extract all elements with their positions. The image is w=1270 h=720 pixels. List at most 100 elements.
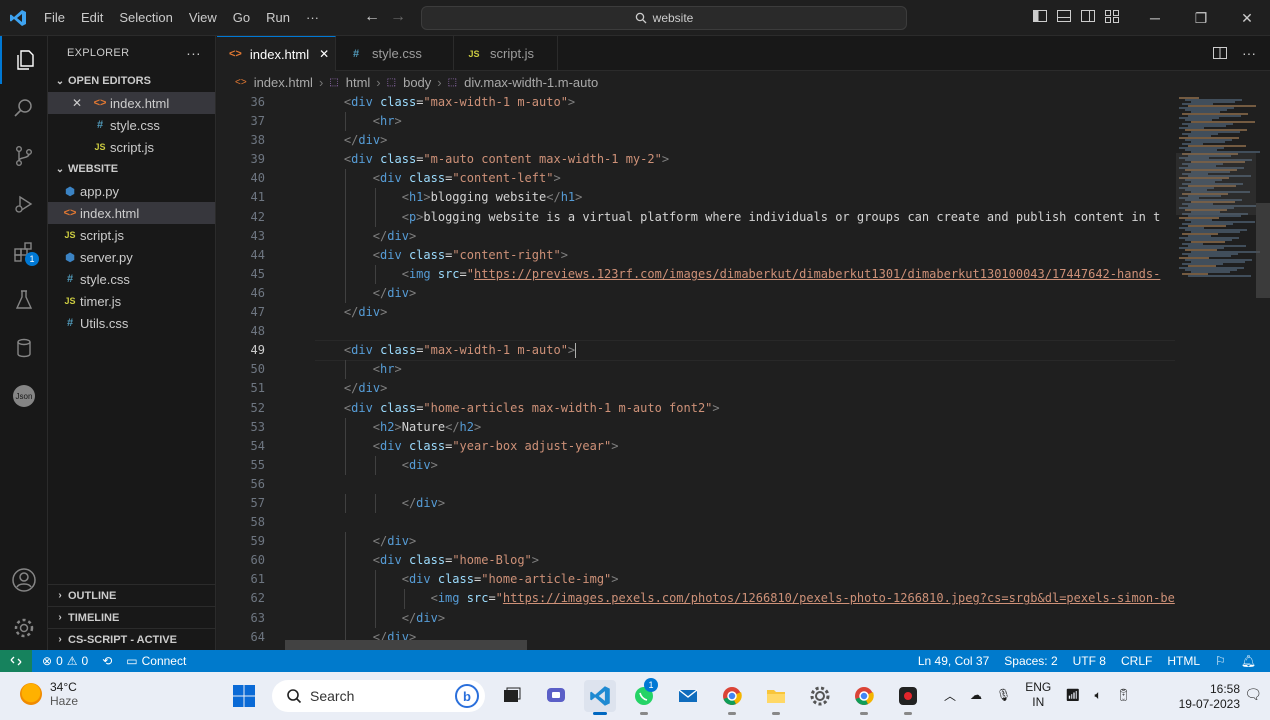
breadcrumb-item[interactable]: html xyxy=(346,75,371,90)
folder-section[interactable]: ⌄ WEBSITE xyxy=(48,158,215,180)
chrome-icon[interactable] xyxy=(716,680,748,715)
menu-item-view[interactable]: View xyxy=(181,10,225,25)
code-line[interactable]: <div class="content-left"> xyxy=(315,169,1175,189)
windows-start-icon[interactable] xyxy=(232,684,256,708)
battery-icon[interactable]: 🔋︎ xyxy=(1116,688,1131,702)
explorer-icon[interactable] xyxy=(0,36,48,84)
vertical-scrollbar[interactable] xyxy=(1256,203,1270,298)
code-line[interactable]: <img src="https://images.pexels.com/phot… xyxy=(315,589,1175,609)
file-tree-item[interactable]: JS script.js xyxy=(48,224,215,246)
minimize-icon[interactable]: ─ xyxy=(1132,0,1178,36)
code-lines[interactable]: <div class="max-width-1 m-auto"> <hr> </… xyxy=(315,93,1175,650)
code-line[interactable]: <div class="max-width-1 m-auto"> xyxy=(315,93,1175,112)
code-line[interactable]: <div class="max-width-1 m-auto"> xyxy=(315,340,1175,362)
indentation[interactable]: Spaces: 2 xyxy=(1004,654,1057,668)
whatsapp-icon[interactable]: 1 xyxy=(628,678,660,715)
code-line[interactable]: <h2>Nature</h2> xyxy=(315,417,1175,437)
menu-item-go[interactable]: Go xyxy=(225,10,258,25)
restore-icon[interactable]: ❐ xyxy=(1178,0,1224,36)
screen-recorder-icon[interactable] xyxy=(892,680,924,715)
breadcrumb-item[interactable]: body xyxy=(403,75,431,90)
search-icon[interactable] xyxy=(0,84,48,132)
code-line[interactable]: <hr> xyxy=(315,360,1175,380)
minimap[interactable] xyxy=(1176,93,1260,650)
open-editor-item[interactable]: JS script.js xyxy=(48,136,215,158)
code-line[interactable]: <div class="year-box adjust-year"> xyxy=(315,436,1175,456)
menu-item-selection[interactable]: Selection xyxy=(111,10,180,25)
vscode-taskbar-icon[interactable] xyxy=(584,680,616,715)
microphone-icon[interactable]: 🎙︎ xyxy=(996,688,1011,702)
code-line[interactable]: <div class="m-auto content max-width-1 m… xyxy=(315,150,1175,169)
notification-center-icon[interactable]: 🗨︎ xyxy=(1244,686,1262,703)
file-tree-item[interactable]: <> index.html xyxy=(48,202,215,224)
json-icon[interactable]: Json xyxy=(0,372,48,420)
run-debug-icon[interactable] xyxy=(0,180,48,228)
code-line[interactable]: <h1>blogging website</h1> xyxy=(315,188,1175,208)
code-line[interactable]: <div class="content-right"> xyxy=(315,245,1175,265)
code-line[interactable]: </div> xyxy=(315,379,1175,398)
breadcrumb-item[interactable]: div.max-width-1.m-auto xyxy=(464,75,598,90)
open-editor-item[interactable]: ✕ <> index.html xyxy=(48,92,215,114)
task-view-icon[interactable] xyxy=(496,680,528,712)
more-actions-icon[interactable]: ··· xyxy=(1242,45,1256,64)
more-actions-icon[interactable]: ··· xyxy=(186,45,201,61)
chrome-profile-icon[interactable] xyxy=(848,680,880,715)
code-line[interactable]: <div class="home-article-img"> xyxy=(315,570,1175,590)
close-window-icon[interactable]: ✕ xyxy=(1224,0,1270,36)
code-line[interactable]: <div> xyxy=(315,455,1175,475)
minimap-viewport[interactable] xyxy=(1176,153,1256,215)
code-line[interactable]: </div> xyxy=(315,532,1175,552)
menu-item-file[interactable]: File xyxy=(36,10,73,25)
extensions-icon[interactable]: 1 xyxy=(0,228,48,276)
source-control-icon[interactable] xyxy=(0,132,48,180)
horizontal-scrollbar[interactable] xyxy=(285,640,527,650)
settings-icon[interactable] xyxy=(804,680,836,712)
feedback-icon[interactable]: ⚐ xyxy=(1215,654,1226,668)
customize-layout-icon[interactable] xyxy=(1104,8,1120,24)
command-center-search[interactable]: website xyxy=(421,6,907,30)
file-tree-item[interactable]: # Utils.css xyxy=(48,312,215,334)
weather-widget[interactable]: 34°C Haze xyxy=(20,680,78,708)
close-icon[interactable]: ✕ xyxy=(72,96,88,110)
menu-item-run[interactable]: Run xyxy=(258,10,298,25)
code-line[interactable]: <hr> xyxy=(315,112,1175,132)
code-line[interactable]: </div> xyxy=(315,226,1175,246)
tab-script-js[interactable]: JS script.js xyxy=(454,36,558,71)
live-share-icon[interactable]: ⟲ xyxy=(102,654,112,668)
code-editor[interactable]: 36 37 38 39 40 41 42 43 44 45 46 47 48 49 50 51 52 53 54 55… xyxy=(217,93,1270,650)
notifications-bell-icon[interactable]: 🔔︎ xyxy=(1241,654,1256,668)
split-editor-icon[interactable] xyxy=(1212,45,1228,64)
breadcrumb-item[interactable]: index.html xyxy=(254,75,313,90)
mail-icon[interactable] xyxy=(672,680,704,712)
code-line[interactable]: </div> xyxy=(315,303,1175,322)
remote-indicator-icon[interactable] xyxy=(0,650,32,672)
menu-item-[interactable]: ··· xyxy=(298,10,327,25)
taskbar-search[interactable]: Search b xyxy=(272,680,485,712)
toggle-primary-sidebar-icon[interactable] xyxy=(1032,8,1048,24)
timeline-section[interactable]: › TIMELINE xyxy=(48,606,216,628)
database-icon[interactable] xyxy=(0,324,48,372)
end-of-line[interactable]: CRLF xyxy=(1121,654,1152,668)
input-language[interactable]: ENG IN xyxy=(1025,680,1051,710)
encoding[interactable]: UTF 8 xyxy=(1073,654,1106,668)
problems-indicator[interactable]: ⊗ 0 ⚠ 0 xyxy=(42,654,88,668)
cs-script-section[interactable]: › CS-SCRIPT - ACTIVE xyxy=(48,628,216,650)
connect-button[interactable]: ▭ Connect xyxy=(126,654,186,668)
code-line[interactable]: <div class="home-articles max-width-1 m-… xyxy=(315,399,1175,418)
cursor-position[interactable]: Ln 49, Col 37 xyxy=(918,654,989,668)
file-tree-item[interactable]: # style.css xyxy=(48,268,215,290)
close-tab-icon[interactable]: ✕ xyxy=(319,47,329,61)
wifi-icon[interactable]: 📶︎ xyxy=(1065,688,1080,702)
account-icon[interactable] xyxy=(0,556,48,604)
code-line[interactable] xyxy=(315,322,1175,341)
toggle-secondary-sidebar-icon[interactable] xyxy=(1080,8,1096,24)
code-line[interactable]: </div> xyxy=(315,608,1175,628)
code-line[interactable] xyxy=(315,513,1175,532)
toggle-panel-icon[interactable] xyxy=(1056,8,1072,24)
file-tree-item[interactable]: ⬢ app.py xyxy=(48,180,215,202)
outline-section[interactable]: › OUTLINE xyxy=(48,584,216,606)
code-line[interactable]: </div> xyxy=(315,493,1175,514)
forward-arrow-icon[interactable]: → xyxy=(390,8,406,26)
settings-gear-icon[interactable] xyxy=(0,604,48,652)
menu-item-edit[interactable]: Edit xyxy=(73,10,111,25)
